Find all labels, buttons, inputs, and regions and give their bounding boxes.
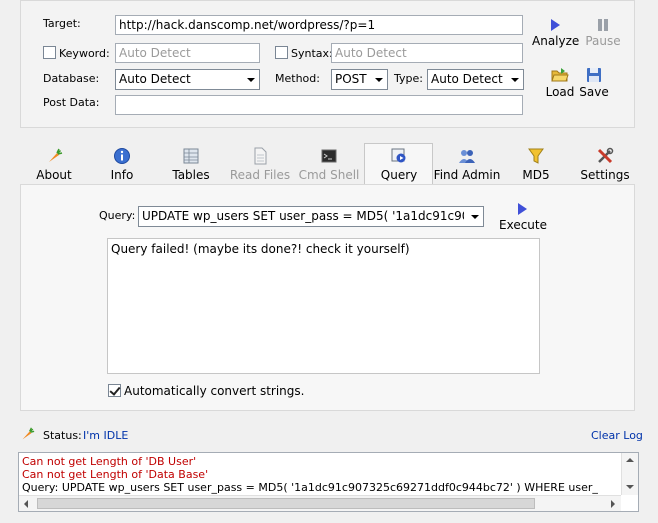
auto-convert-checkbox[interactable] — [108, 384, 121, 397]
tab-tables[interactable]: Tables — [156, 147, 226, 182]
document-icon — [254, 147, 267, 165]
save-button[interactable]: Save — [579, 67, 609, 99]
status-label: Status: — [43, 429, 82, 442]
log-line: Can not get Length of 'DB User' — [22, 455, 197, 468]
auto-convert-label: Automatically convert strings. — [124, 384, 305, 398]
log-horizontal-scrollbar[interactable] — [19, 495, 621, 511]
scroll-left-icon — [24, 500, 28, 508]
info-icon — [114, 148, 130, 164]
tab-cmd-shell[interactable]: Cmd Shell — [294, 147, 364, 182]
folder-open-icon — [551, 68, 569, 82]
play-icon — [551, 19, 560, 31]
target-input[interactable]: http://hack.danscomp.net/wordpress/?p=1 — [115, 15, 523, 35]
chevron-down-icon — [243, 70, 259, 89]
query-select-value: UPDATE wp_users SET user_pass = MD5( '1a… — [142, 209, 464, 223]
save-label: Save — [579, 85, 609, 99]
tab-md5[interactable]: MD5 — [501, 147, 571, 182]
floppy-disk-icon — [587, 68, 601, 82]
execute-button[interactable]: Execute — [499, 202, 547, 232]
pause-label: Pause — [585, 34, 621, 48]
load-label: Load — [545, 85, 575, 99]
clear-log-link[interactable]: Clear Log — [591, 429, 643, 442]
table-icon — [183, 148, 199, 164]
tab-info-label: Info — [110, 168, 134, 182]
database-select-value: Auto Detect — [119, 72, 191, 86]
tools-icon — [597, 147, 614, 164]
post-data-label: Post Data: — [43, 96, 100, 109]
query-result-text: Query failed! (maybe its done?! check it… — [111, 242, 410, 256]
load-button[interactable]: Load — [544, 67, 576, 99]
tab-cmd-shell-label: Cmd Shell — [298, 168, 360, 182]
terminal-icon — [321, 149, 337, 163]
chevron-down-icon — [467, 207, 483, 226]
keyword-label: Keyword: — [59, 47, 110, 60]
chevron-down-icon — [371, 70, 387, 89]
query-icon — [391, 148, 406, 163]
log-vertical-scrollbar[interactable] — [621, 453, 638, 495]
log-line: Query: UPDATE wp_users SET user_pass = M… — [22, 481, 598, 494]
carrot-icon — [49, 148, 63, 162]
syntax-input[interactable]: Auto Detect — [331, 43, 523, 63]
tab-about-label: About — [36, 168, 72, 182]
scroll-up-icon — [626, 458, 634, 462]
type-select-value: Auto Detect — [431, 72, 503, 86]
keyword-checkbox[interactable] — [43, 46, 56, 59]
query-label: Query: — [99, 209, 136, 222]
method-select-value: POST — [335, 72, 367, 86]
tab-info[interactable]: Info — [87, 147, 157, 182]
query-result-area[interactable]: Query failed! (maybe its done?! check it… — [107, 238, 540, 374]
database-select[interactable]: Auto Detect — [115, 69, 260, 90]
type-label: Type: — [394, 72, 423, 85]
log-scroll-thumb[interactable] — [37, 498, 535, 509]
target-label: Target: — [43, 17, 81, 30]
tab-find-admin-label: Find Admin — [433, 168, 501, 182]
execute-label: Execute — [499, 218, 547, 232]
scroll-right-icon — [611, 500, 615, 508]
tab-about[interactable]: About — [19, 147, 89, 182]
log-line: Can not get Length of 'Data Base' — [22, 468, 209, 481]
scroll-down-icon — [626, 485, 634, 489]
tab-settings-label: Settings — [580, 168, 630, 182]
status-value: I'm IDLE — [83, 429, 129, 442]
syntax-label: Syntax: — [291, 47, 333, 60]
tab-find-admin[interactable]: Find Admin — [432, 147, 502, 182]
analyze-label: Analyze — [532, 34, 580, 48]
keyword-input[interactable]: Auto Detect — [115, 43, 260, 63]
syntax-checkbox[interactable] — [275, 46, 288, 59]
carrot-icon — [22, 427, 35, 440]
funnel-icon — [528, 148, 544, 164]
play-icon — [518, 203, 527, 215]
method-select[interactable]: POST — [331, 69, 388, 90]
chevron-down-icon — [507, 70, 523, 89]
pause-icon — [598, 19, 608, 31]
tab-tables-label: Tables — [172, 168, 210, 182]
users-icon — [459, 150, 475, 163]
pause-button[interactable]: Pause — [584, 18, 622, 48]
tab-read-files[interactable]: Read Files — [225, 147, 295, 182]
type-select[interactable]: Auto Detect — [427, 69, 524, 90]
post-data-input[interactable] — [115, 95, 523, 115]
database-label: Database: — [43, 72, 100, 85]
tab-query-label: Query — [380, 168, 418, 182]
tab-read-files-label: Read Files — [229, 168, 291, 182]
analyze-button[interactable]: Analyze — [532, 18, 580, 48]
query-select[interactable]: UPDATE wp_users SET user_pass = MD5( '1a… — [138, 206, 484, 227]
tab-settings[interactable]: Settings — [570, 147, 640, 182]
tab-md5-label: MD5 — [522, 168, 550, 182]
method-label: Method: — [275, 72, 320, 85]
tab-query[interactable]: Query — [364, 147, 434, 182]
